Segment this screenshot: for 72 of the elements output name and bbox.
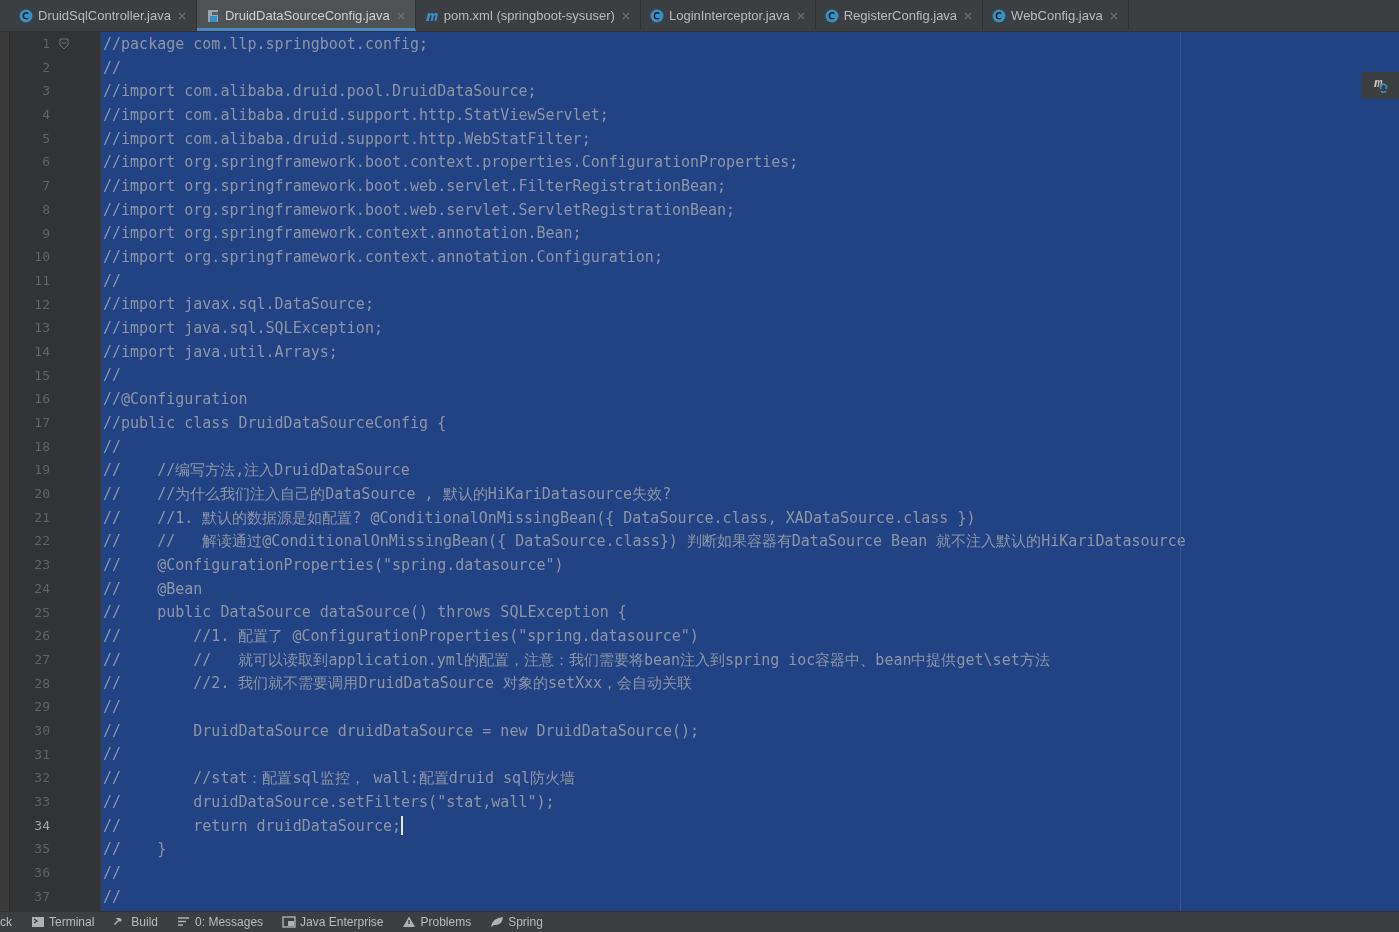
tool-window-button[interactable]: Terminal [31,915,95,929]
code-line: // druidDataSource.setFilters("stat,wall"); [102,791,555,812]
code-editor[interactable] [101,32,1399,911]
code-line: // [102,744,122,765]
code-line: //import org.springframework.context.annotation.Configuration; [102,247,663,268]
tool-window-button[interactable]: 0: Messages [177,915,264,929]
code-line: // [102,697,122,718]
lines-icon [177,915,192,929]
tool-window-button[interactable]: Build [113,915,159,929]
tab-label: LoginInterceptor.java [668,8,790,23]
text-caret [401,816,403,836]
class-icon [992,8,1007,23]
code-line: // @Bean [102,578,203,599]
code-line: // public DataSource dataSource() throws SQLException { [102,602,627,623]
code-line: // DruidDataSource druidDataSource = new DruidDataSource(); [102,720,700,741]
window-icon [282,915,297,929]
tool-window-button[interactable]: Java Enterprise [282,915,384,929]
code-line: // //stat：配置sql监控， wall:配置druid sql防火墙 [102,768,576,789]
code-line: //@Configuration [102,389,248,410]
editor-tab[interactable]: DruidSqlController.java [10,0,197,31]
code-line: // [102,57,122,78]
code-line: // [102,365,122,386]
code-line: //package com.llp.springboot.config; [102,33,429,54]
code-line: //public class DruidDataSourceConfig { [102,412,447,433]
editor-tab[interactable]: WebConfig.java [983,0,1129,31]
code-line: //import org.springframework.boot.web.servlet.ServletRegistrationBean; [102,199,736,220]
warning-icon [402,915,417,929]
code-line: //import com.alibaba.druid.support.http.StatViewServlet; [102,104,609,125]
code-line: // //编写方法,注入DruidDataSource [102,460,410,481]
editor-tab[interactable]: DruidDataSourceConfig.java [196,0,416,31]
editor-tab[interactable]: RegisterConfig.java [815,0,984,31]
code-line: // //1. 配置了 @ConfigurationProperties("spring.datasource") [102,626,699,647]
code-line: //import org.springframework.boot.context.properties.ConfigurationProperties; [102,152,799,173]
class-icon [824,8,839,23]
code-line: //import java.util.Arrays; [102,341,338,362]
tool-window-button[interactable]: Spring [490,915,543,929]
tool-window-button[interactable]: ck [0,915,12,929]
code-line: // return druidDataSource; [102,815,401,836]
code-line: // //1. 默认的数据源是如配置? @ConditionalOnMissingBean({ DataSource.class, XADataSource.class }) [102,507,976,528]
class-icon [649,8,664,23]
code-line: // } [102,839,167,860]
code-line: // //为什么我们注入自己的DataSource , 默认的HiKariDatasource失效? [102,483,672,504]
code-line: //import java.sql.SQLException; [102,318,383,339]
code-line: // [102,270,122,291]
code-line: //import org.springframework.boot.web.servlet.FilterRegistrationBean; [102,175,727,196]
tab-label: WebConfig.java [1011,8,1103,23]
code-line: // // 就可以读取到application.yml的配置，注意：我们需要将bean注入到spring ioc容器中、bean中提供get\set方法 [102,649,1050,670]
code-line: //import com.alibaba.druid.pool.DruidDataSource; [102,81,537,102]
code-line: // [102,862,122,883]
class-icon [19,8,33,23]
editor-tab[interactable]: LoginInterceptor.java [640,0,816,31]
tab-label: DruidDataSourceConfig.java [224,8,390,23]
tab-label: pom.xml (springboot-sysuser) [443,8,615,23]
maven-reload-icon [1371,77,1389,94]
maven-reload-button[interactable] [1361,72,1399,99]
tool-window-button[interactable]: Problems [402,915,472,929]
code-line: // [102,436,122,457]
terminal-icon [31,915,45,929]
code-line: //import org.springframework.context.annotation.Bean; [102,223,582,244]
code-line: // [102,886,122,907]
fold-icon[interactable] [58,37,70,50]
code-line: // @ConfigurationProperties("spring.datasource") [102,554,564,575]
line-number: 34 [33,816,50,835]
code-line: // // 解读通过@ConditionalOnMissingBean({ DataSource.class}) 判断如果容器有DataSource Bean 就不注入默认的HiKariDatasource [102,531,1186,552]
code-line: //import javax.sql.DataSource; [102,294,374,315]
tab-label: DruidSqlController.java [38,8,171,23]
code-line: // //2. 我们就不需要调用DruidDataSource 对象的setXxx，会自动关联 [102,673,693,694]
code-line: //import com.alibaba.druid.support.http.WebStatFilter; [102,128,591,149]
config-file-icon [205,8,220,23]
editor-tab[interactable]: pom.xml (springboot-sysuser) [415,0,641,31]
leaf-icon [490,915,505,929]
tab-label: RegisterConfig.java [843,8,958,23]
